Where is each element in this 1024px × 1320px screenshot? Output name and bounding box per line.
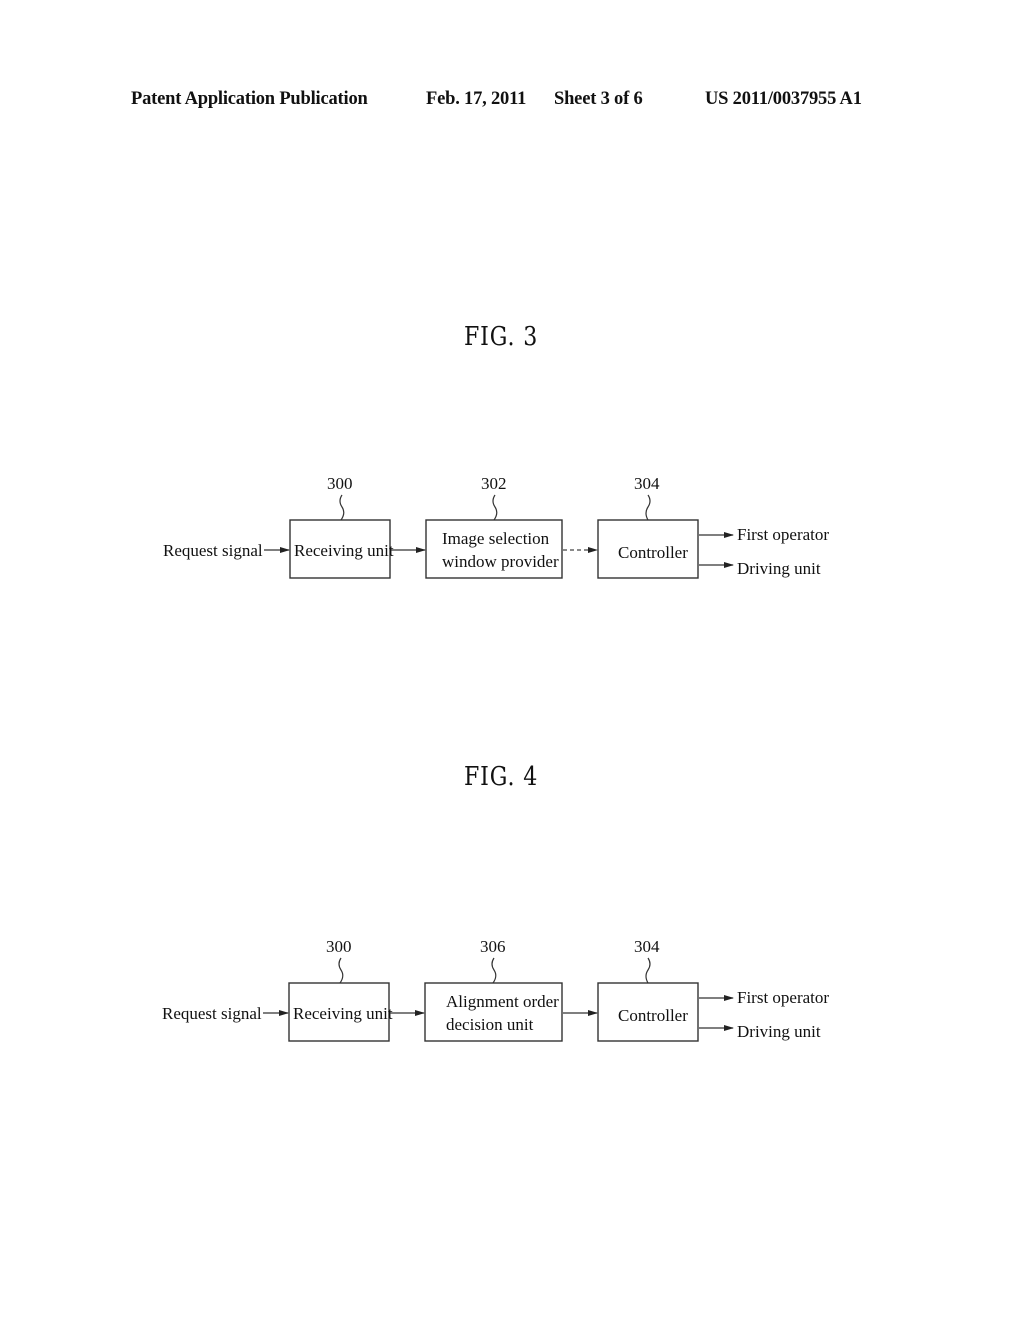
fig3-leader-300	[339, 494, 345, 521]
fig3-input-label: Request signal	[163, 541, 263, 560]
fig3-output-driving-unit: Driving unit	[737, 559, 821, 578]
fig3-leader-304	[645, 494, 651, 521]
fig3-leader-302	[492, 494, 498, 521]
fig4-ref-306: 306	[480, 937, 506, 956]
fig4-block-label: decision unit	[446, 1015, 534, 1034]
fig3-ref-300: 300	[327, 474, 353, 493]
fig3-block-label: window provider	[442, 552, 559, 571]
fig3-block-label: Controller	[618, 543, 688, 562]
fig3-ref-304: 304	[634, 474, 660, 493]
fig4-block-label: Receiving unit	[293, 1004, 393, 1023]
fig3-ref-302: 302	[481, 474, 507, 493]
fig3-diagram: Request signal 300 Receiving unit 302 Im…	[163, 474, 829, 579]
fig4-output-driving-unit: Driving unit	[737, 1022, 821, 1041]
fig4-ref-304: 304	[634, 937, 660, 956]
fig4-block-label: Controller	[618, 1006, 688, 1025]
fig4-ref-300: 300	[326, 937, 352, 956]
fig4-block-label: Alignment order	[446, 992, 559, 1011]
diagrams-canvas: Request signal 300 Receiving unit 302 Im…	[162, 474, 829, 1042]
fig4-leader-304	[645, 957, 651, 984]
fig4-input-label: Request signal	[162, 1004, 262, 1023]
fig3-output-first-operator: First operator	[737, 525, 829, 544]
fig4-leader-300	[338, 957, 344, 984]
fig4-output-first-operator: First operator	[737, 988, 829, 1007]
fig4-leader-306	[491, 957, 497, 984]
fig3-block-label: Image selection	[442, 529, 550, 548]
fig3-block-label: Receiving unit	[294, 541, 394, 560]
fig4-diagram: Request signal 300 Receiving unit 306 Al…	[162, 937, 829, 1042]
